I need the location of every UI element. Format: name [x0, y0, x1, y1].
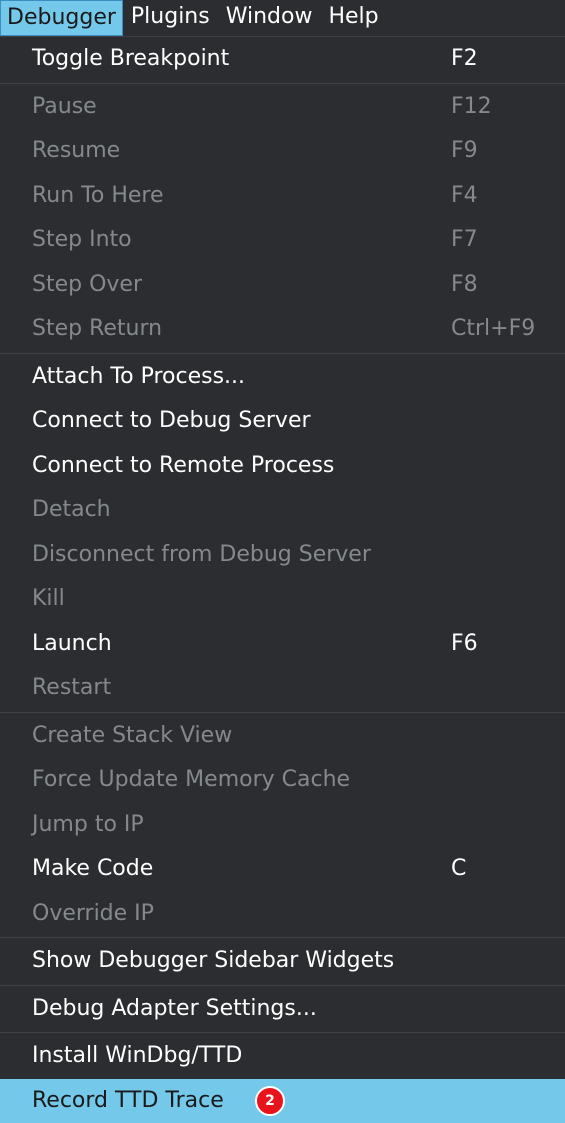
- menu-item-label: Step Over: [32, 272, 142, 297]
- menu-item-label: Kill: [32, 586, 65, 611]
- menu-item-step-return[interactable]: Step Return Ctrl+F9: [0, 307, 565, 352]
- menu-item-shortcut: F6: [451, 622, 478, 666]
- menu-item-label: Toggle Breakpoint: [32, 46, 229, 71]
- menu-item-label: Connect to Debug Server: [32, 408, 311, 433]
- menu-item-shortcut: Ctrl+F9: [451, 307, 535, 351]
- menu-item-restart[interactable]: Restart: [0, 666, 565, 711]
- menu-item-disconnect-from-debug-server[interactable]: Disconnect from Debug Server: [0, 533, 565, 578]
- menu-item-shortcut: F7: [451, 218, 478, 262]
- menu-bar: DebuggerPluginsWindowHelp: [0, 0, 565, 36]
- menu-item-label: Override IP: [32, 901, 154, 926]
- menu-item-label: Resume: [32, 138, 120, 163]
- menu-item-pause[interactable]: Pause F12: [0, 85, 565, 130]
- menu-item-shortcut: F8: [451, 263, 478, 307]
- menu-item-label: Attach To Process...: [32, 364, 245, 389]
- menu-item-toggle-breakpoint[interactable]: Toggle Breakpoint F2: [0, 37, 565, 82]
- menu-item-shortcut: F2: [451, 37, 478, 81]
- menu-item-label: Step Into: [32, 227, 132, 252]
- menu-item-jump-to-ip[interactable]: Jump to IP: [0, 803, 565, 848]
- menu-item-label: Install WinDbg/TTD: [32, 1043, 242, 1068]
- menu-item-attach-to-process[interactable]: Attach To Process...: [0, 355, 565, 400]
- menu-item-record-ttd-trace[interactable]: Record TTD Trace 2: [0, 1079, 565, 1123]
- menu-item-label: Record TTD Trace: [32, 1088, 224, 1113]
- menu-item-run-to-here[interactable]: Run To Here F4: [0, 174, 565, 219]
- menu-item-detach[interactable]: Detach: [0, 488, 565, 533]
- menu-item-label: Make Code: [32, 856, 153, 881]
- menu-item-resume[interactable]: Resume F9: [0, 129, 565, 174]
- menu-separator: [0, 937, 565, 938]
- menubar-debugger[interactable]: Debugger: [0, 0, 123, 36]
- menu-item-label: Step Return: [32, 316, 162, 341]
- menu-item-label: Disconnect from Debug Server: [32, 542, 371, 567]
- menu-item-step-into[interactable]: Step Into F7: [0, 218, 565, 263]
- menu-item-label: Debug Adapter Settings...: [32, 996, 317, 1021]
- menu-separator: [0, 353, 565, 354]
- menubar-window[interactable]: Window: [218, 0, 321, 36]
- menu-item-show-debugger-sidebar-widgets[interactable]: Show Debugger Sidebar Widgets: [0, 939, 565, 984]
- menu-item-force-update-memory-cache[interactable]: Force Update Memory Cache: [0, 758, 565, 803]
- menu-item-step-over[interactable]: Step Over F8: [0, 263, 565, 308]
- menu-item-label: Create Stack View: [32, 723, 232, 748]
- menu-separator: [0, 985, 565, 986]
- menu-item-label: Show Debugger Sidebar Widgets: [32, 948, 394, 973]
- menu-item-shortcut: C: [451, 847, 466, 891]
- menu-separator: [0, 712, 565, 713]
- menu-item-shortcut: F4: [451, 174, 478, 218]
- debugger-menu: Toggle BreakpointF2PauseF12ResumeF9Run T…: [0, 36, 565, 1117]
- menu-item-shortcut: F12: [451, 85, 492, 129]
- menu-item-connect-to-remote-process[interactable]: Connect to Remote Process: [0, 444, 565, 489]
- menu-item-label: Force Update Memory Cache: [32, 767, 350, 792]
- menu-item-label: Jump to IP: [32, 812, 144, 837]
- menu-item-install-windbg-ttd[interactable]: Install WinDbg/TTD: [0, 1034, 565, 1079]
- menubar-help[interactable]: Help: [320, 0, 386, 36]
- menu-item-make-code[interactable]: Make Code C: [0, 847, 565, 892]
- menu-separator: [0, 83, 565, 84]
- menu-separator: [0, 1032, 565, 1033]
- menu-item-label: Connect to Remote Process: [32, 453, 334, 478]
- step-badge: 2: [255, 1086, 285, 1116]
- menu-item-debug-adapter-settings[interactable]: Debug Adapter Settings...: [0, 987, 565, 1032]
- menu-item-label: Restart: [32, 675, 111, 700]
- menu-item-launch[interactable]: Launch F6: [0, 622, 565, 667]
- menu-item-shortcut: F9: [451, 129, 478, 173]
- menu-item-create-stack-view[interactable]: Create Stack View: [0, 714, 565, 759]
- menu-item-kill[interactable]: Kill: [0, 577, 565, 622]
- menu-item-label: Pause: [32, 94, 97, 119]
- menubar-plugins[interactable]: Plugins: [123, 0, 218, 36]
- menu-item-connect-to-debug-server[interactable]: Connect to Debug Server: [0, 399, 565, 444]
- menu-item-label: Detach: [32, 497, 111, 522]
- menu-item-label: Launch: [32, 631, 112, 656]
- menu-item-label: Run To Here: [32, 183, 164, 208]
- menu-item-override-ip[interactable]: Override IP: [0, 892, 565, 937]
